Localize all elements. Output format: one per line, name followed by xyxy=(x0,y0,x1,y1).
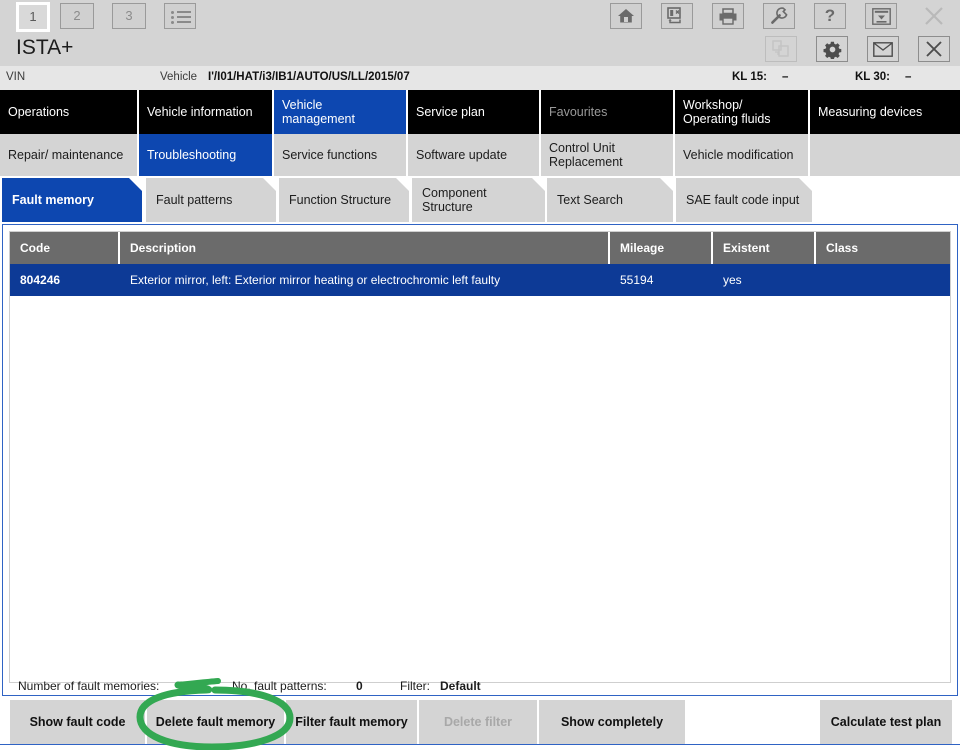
column-header-code[interactable]: Code xyxy=(10,232,120,264)
nav-vehicle-information[interactable]: Vehicle information xyxy=(139,90,274,134)
nav-troubleshooting[interactable]: Troubleshooting xyxy=(139,134,274,176)
filter-label: Filter: xyxy=(400,679,430,693)
filter-fault-memory-button[interactable]: Filter fault memory xyxy=(286,700,419,744)
ista-application-window: 1 2 3 ? ISTA+ VIN Vehicle I'/I01/HAT/i3/… xyxy=(0,0,960,750)
session-tab-2[interactable]: 2 xyxy=(60,3,94,29)
help-icon[interactable]: ? xyxy=(814,3,846,29)
mail-icon[interactable] xyxy=(867,36,899,62)
column-header-mileage[interactable]: Mileage xyxy=(610,232,713,264)
fault-memory-count-label: Number of fault memories: xyxy=(18,679,160,693)
page-title: ISTA+ xyxy=(16,36,74,59)
vehicle-value: I'/I01/HAT/i3/IB1/AUTO/US/LL/2015/07 xyxy=(208,71,410,83)
column-header-existent[interactable]: Existent xyxy=(713,232,816,264)
tab-fault-memory[interactable]: Fault memory xyxy=(2,178,142,222)
nav-favourites[interactable]: Favourites xyxy=(541,90,675,134)
nav-measuring-devices[interactable]: Measuring devices xyxy=(810,90,960,134)
application-title-bar: ISTA+ xyxy=(0,32,960,66)
nav-software-update[interactable]: Software update xyxy=(408,134,541,176)
vin-label: VIN xyxy=(6,71,26,83)
session-tab-3[interactable]: 3 xyxy=(112,3,146,29)
delete-filter-button: Delete filter xyxy=(419,700,539,744)
footer-divider xyxy=(0,744,960,750)
nav-repair-maintenance[interactable]: Repair/ maintenance xyxy=(0,134,139,176)
fault-patterns-label: No. fault patterns: xyxy=(232,679,327,693)
fault-memory-count-value: 1 / 1 xyxy=(178,679,202,693)
nav-service-functions[interactable]: Service functions xyxy=(274,134,408,176)
home-icon[interactable] xyxy=(610,3,642,29)
cell-description: Exterior mirror, left: Exterior mirror h… xyxy=(130,273,501,287)
wrench-icon[interactable] xyxy=(763,3,795,29)
printer-icon[interactable] xyxy=(712,3,744,29)
gear-icon[interactable] xyxy=(816,36,848,62)
nav-operations[interactable]: Operations xyxy=(0,90,139,134)
tab-text-search[interactable]: Text Search xyxy=(547,178,673,222)
kl15-label: KL 15: xyxy=(732,71,767,83)
vehicle-label: Vehicle xyxy=(160,71,198,83)
session-list-icon[interactable] xyxy=(164,3,196,29)
copy-document-icon xyxy=(765,36,797,62)
delete-fault-memory-button[interactable]: Delete fault memory xyxy=(147,700,286,744)
nav-control-unit-replacement[interactable]: Control Unit Replacement xyxy=(541,134,675,176)
close-icon xyxy=(918,3,950,29)
action-button-bar: Show fault code Delete fault memory Filt… xyxy=(0,700,960,744)
kl15-value: – xyxy=(782,71,789,83)
session-tab-strip: 1 2 3 ? xyxy=(0,0,960,32)
vin-bar: VIN Vehicle I'/I01/HAT/i3/IB1/AUTO/US/LL… xyxy=(0,66,960,90)
cell-code: 804246 xyxy=(20,273,61,287)
nav-workshop-operating-fluids[interactable]: Workshop/ Operating fluids xyxy=(675,90,810,134)
fault-memory-table: Code Description Mileage Existent Class … xyxy=(9,231,951,683)
nav-row2-empty xyxy=(810,134,960,176)
nav-service-plan[interactable]: Service plan xyxy=(408,90,541,134)
content-panel: Code Description Mileage Existent Class … xyxy=(2,224,958,696)
tab-fault-patterns[interactable]: Fault patterns xyxy=(146,178,276,222)
show-completely-button[interactable]: Show completely xyxy=(539,700,687,744)
kl30-value: – xyxy=(905,71,912,83)
table-header-row: Code Description Mileage Existent Class xyxy=(10,232,950,264)
nav-vehicle-modification[interactable]: Vehicle modification xyxy=(675,134,810,176)
fault-patterns-value: 0 xyxy=(356,679,363,693)
secondary-nav-row: Repair/ maintenance Troubleshooting Serv… xyxy=(0,134,960,176)
tab-sae-fault-code-input[interactable]: SAE fault code input xyxy=(676,178,812,222)
status-bar: Number of fault memories: 1 / 1 No. faul… xyxy=(0,676,960,698)
sub-tab-row: Fault memory Fault patterns Function Str… xyxy=(0,178,960,222)
cell-mileage: 55194 xyxy=(620,273,654,287)
table-empty-area[interactable] xyxy=(10,296,950,682)
table-row[interactable]: 804246 Exterior mirror, left: Exterior m… xyxy=(10,264,950,296)
filter-value: Default xyxy=(440,679,481,693)
tab-function-structure[interactable]: Function Structure xyxy=(279,178,409,222)
kl30-label: KL 30: xyxy=(855,71,890,83)
button-bar-gap xyxy=(687,700,820,744)
close-icon[interactable] xyxy=(918,36,950,62)
tab-component-structure[interactable]: Component Structure xyxy=(412,178,545,222)
connection-icon[interactable] xyxy=(661,3,693,29)
nav-vehicle-management[interactable]: Vehicle management xyxy=(274,90,408,134)
show-fault-code-button[interactable]: Show fault code xyxy=(10,700,147,744)
calculate-test-plan-button[interactable]: Calculate test plan xyxy=(820,700,952,744)
session-tab-1[interactable]: 1 xyxy=(16,2,50,32)
cell-class xyxy=(816,264,952,296)
column-header-class[interactable]: Class xyxy=(816,232,952,264)
column-header-description[interactable]: Description xyxy=(120,232,610,264)
cell-existent: yes xyxy=(723,273,742,287)
collapse-icon[interactable] xyxy=(865,3,897,29)
primary-nav-row: Operations Vehicle information Vehicle m… xyxy=(0,90,960,134)
